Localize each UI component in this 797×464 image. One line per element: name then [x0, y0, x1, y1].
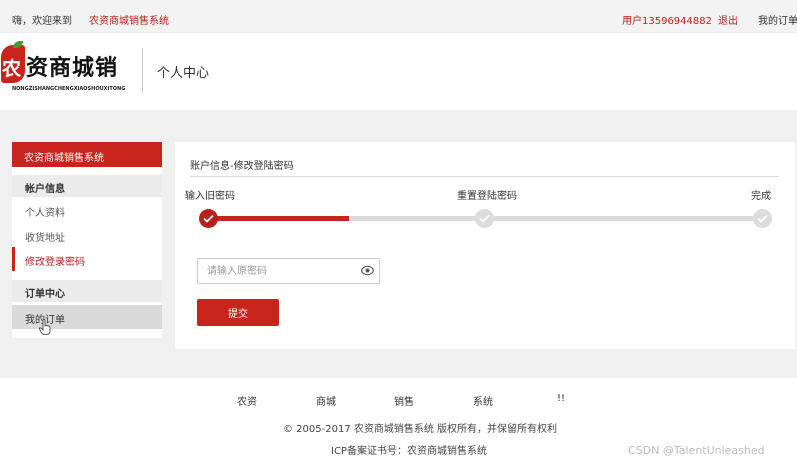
page-title: 个人中心 — [157, 66, 210, 81]
step-dot-1 — [199, 209, 218, 228]
footer-link[interactable]: 系统 — [473, 393, 493, 408]
footer-copyright: © 2005-2017 农资商城销售系统 版权所有，并保留所有权利 — [283, 424, 558, 435]
sidebar-item-address[interactable]: 收货地址 — [12, 223, 162, 247]
progress-fill — [209, 216, 349, 221]
top-bar: 嗨，欢迎来到 农资商城销售系统 用户13596944882 退出 我的订单 — [0, 0, 797, 33]
footer-icp: ICP备案证书号：农资商城销售系统 — [331, 446, 487, 457]
site-header: 农 资商城销 NONGZISHANGCHENGXIAOSHOUXITONG 个人… — [0, 33, 797, 110]
old-password-input[interactable] — [197, 258, 380, 284]
step-label-complete: 完成 — [751, 191, 771, 202]
user-account-link[interactable]: 用户13596944882 — [622, 12, 712, 27]
submit-button[interactable]: 提交 — [197, 299, 279, 326]
sidebar-item-profile[interactable]: 个人资料 — [12, 198, 162, 222]
footer-link[interactable]: 农资 — [237, 393, 257, 408]
panel-divider — [190, 176, 779, 177]
step-dot-3 — [753, 209, 772, 228]
step-label-reset-password: 重置登陆密码 — [457, 191, 517, 202]
logo-mark-char: 农 — [2, 58, 22, 80]
logo-pinyin: NONGZISHANGCHENGXIAOSHOUXITONG — [12, 86, 126, 92]
check-icon — [757, 214, 768, 223]
site-logo[interactable]: 农 资商城销 NONGZISHANGCHENGXIAOSHOUXITONG — [0, 41, 140, 96]
eye-icon[interactable] — [361, 264, 374, 277]
logout-link[interactable]: 退出 — [718, 12, 738, 27]
check-icon — [479, 214, 490, 223]
logo-text: 资商城销 — [26, 55, 119, 81]
check-icon — [203, 214, 214, 223]
sidebar-group-account: 帐户信息 — [12, 175, 162, 197]
welcome-text: 嗨，欢迎来到 — [12, 16, 72, 27]
site-footer: 农资 商城 销售 系统 !! © 2005-2017 农资商城销售系统 版权所有… — [0, 378, 797, 464]
step-dot-2 — [475, 209, 494, 228]
logo-mark: 农 — [1, 45, 25, 83]
panel-title: 账户信息-修改登陆密码 — [190, 161, 294, 172]
sidebar-header: 农资商城销售系统 — [12, 142, 162, 167]
site-home-link[interactable]: 农资商城销售系统 — [89, 12, 169, 27]
footer-link[interactable]: !! — [557, 393, 565, 404]
footer-link[interactable]: 商城 — [316, 393, 336, 408]
sidebar-item-my-orders[interactable]: 我的订单 — [12, 305, 162, 335]
watermark: CSDN @TalentUnleashed — [628, 444, 765, 457]
change-password-panel: 账户信息-修改登陆密码 输入旧密码 重置登陆密码 完成 提交 — [175, 142, 795, 349]
hand-cursor-icon — [39, 319, 51, 335]
sidebar: 农资商城销售系统 帐户信息 个人资料 收货地址 修改登录密码 订单中心 我的订单 — [12, 142, 162, 338]
footer-link[interactable]: 销售 — [394, 393, 414, 408]
sidebar-group-orders: 订单中心 — [12, 280, 162, 302]
my-orders-link[interactable]: 我的订单 — [758, 12, 797, 27]
step-label-old-password: 输入旧密码 — [185, 191, 235, 202]
header-divider — [142, 48, 143, 93]
sidebar-item-change-password[interactable]: 修改登录密码 — [12, 247, 162, 271]
